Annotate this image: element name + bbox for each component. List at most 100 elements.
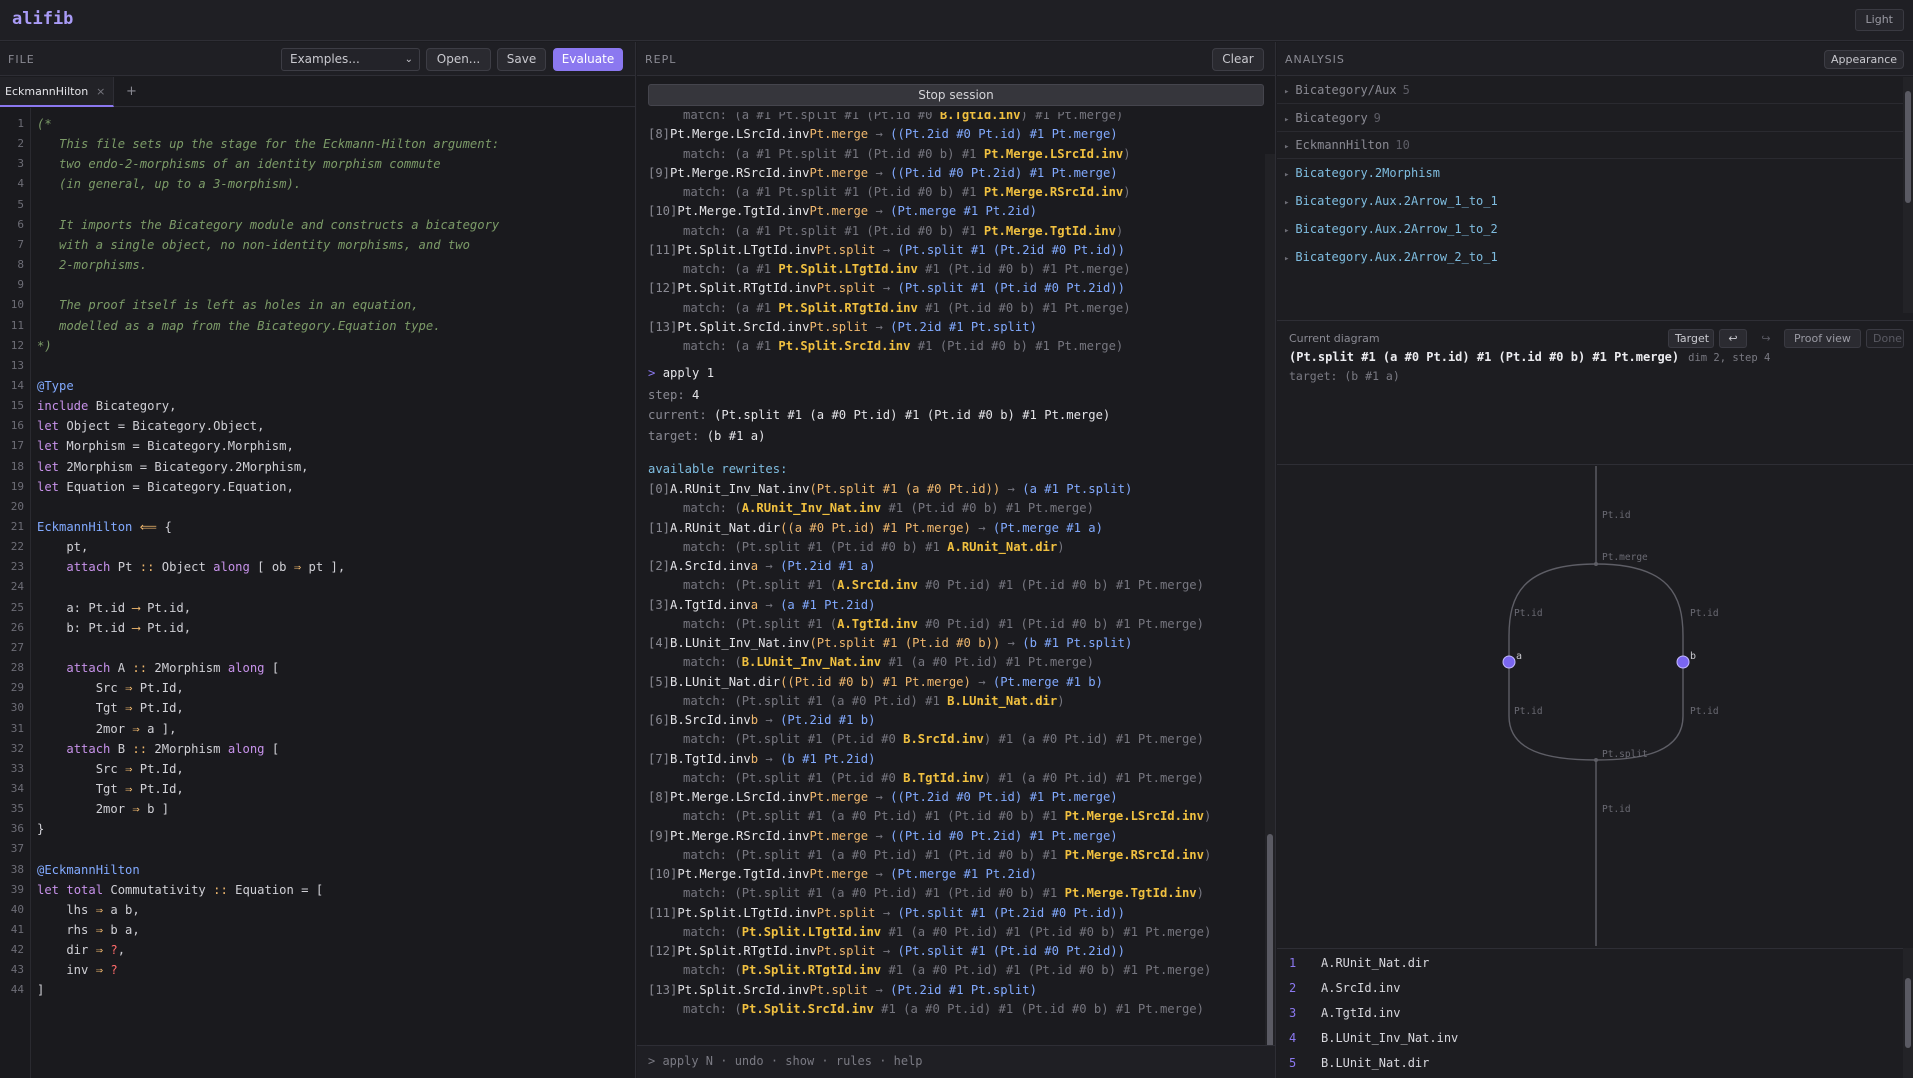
match-prefix: match: ( [683, 924, 742, 939]
proof-step[interactable]: 3 A.TgtId.inv [1277, 1001, 1903, 1026]
steps-scrollbar-thumb[interactable] [1905, 978, 1911, 1048]
code-text: ] [37, 980, 44, 1000]
appearance-button[interactable]: Appearance [1824, 50, 1904, 69]
code-token: ] [37, 983, 45, 998]
line-number: 25 [10, 600, 24, 614]
examples-select[interactable]: Examples... ⌄ [281, 48, 420, 71]
file-pane-header: FILE Examples... ⌄ Open... Save Evaluate [0, 42, 635, 76]
rewrite-row[interactable]: [10]Pt.Merge.TgtId.invPt.merge → (Pt.mer… [637, 865, 1257, 884]
close-icon[interactable]: × [96, 85, 105, 98]
code-editor[interactable]: 1 (* 2 This file sets up the stage for the… [0, 108, 635, 1078]
code-text: let total Commutativity :: Equation = [ [37, 880, 323, 900]
rewrite-match: match: (a #1 Pt.Split.SrcId.inv #1 (Pt.i… [637, 337, 1257, 356]
node-b[interactable] [1676, 655, 1690, 669]
repl-input-hint: > apply N · undo · show · rules · help [648, 1054, 923, 1068]
code-text: include Bicategory, [37, 396, 176, 416]
rewrite-row[interactable]: [5]B.LUnit_Nat.dir((Pt.id #0 b) #1 Pt.me… [637, 673, 1257, 692]
repl-scrollbar-thumb[interactable] [1267, 834, 1273, 1074]
rewrite-index: [3] [648, 597, 671, 612]
match-prefix: match: ( [683, 1001, 742, 1016]
code-text: 2-morphisms. [37, 255, 147, 275]
rewrite-row[interactable]: [12]Pt.Split.RTgtId.invPt.split → (Pt.sp… [637, 279, 1257, 298]
rewrite-name: Pt.Split.SrcId.inv [677, 982, 810, 997]
rewrite-index: [12] [648, 281, 678, 296]
code-line: 4 (in general, up to a 3-morphism). [0, 174, 630, 194]
code-text: a: Pt.id ⟶ Pt.id, [37, 598, 191, 618]
rewrite-row[interactable]: [3]A.TgtId.inva → (a #1 Pt.2id) [637, 596, 1257, 615]
rewrite-row[interactable]: [9]Pt.Merge.RSrcId.invPt.merge → ((Pt.id… [637, 164, 1257, 183]
repl-input[interactable]: > apply N · undo · show · rules · help [637, 1045, 1275, 1078]
tree-item[interactable]: ▸ Bicategory/Aux 5 [1277, 77, 1903, 104]
proof-step[interactable]: 5 B.LUnit_Nat.dir [1277, 1051, 1903, 1076]
rewrite-row[interactable]: [8]Pt.Merge.LSrcId.invPt.merge → ((Pt.2i… [637, 788, 1257, 807]
rewrite-row[interactable]: [0]A.RUnit_Inv_Nat.inv(Pt.split #1 (a #0… [637, 480, 1257, 499]
rewrite-row[interactable]: [12]Pt.Split.RTgtId.invPt.split → (Pt.sp… [637, 942, 1257, 961]
current-line-value: (Pt.split #1 (a #0 Pt.id) #1 (Pt.id #0 b… [714, 408, 1111, 423]
theme-toggle-button[interactable]: Light [1854, 9, 1904, 31]
tree-scrollbar[interactable] [1903, 77, 1913, 313]
rewrite-row[interactable]: [10]Pt.Merge.TgtId.invPt.merge → (Pt.mer… [637, 202, 1257, 221]
rewrite-row[interactable]: [7]B.TgtId.invb → (b #1 Pt.2id) [637, 750, 1257, 769]
rewrite-row[interactable]: [1]A.RUnit_Nat.dir((a #0 Pt.id) #1 Pt.me… [637, 519, 1257, 538]
rewrite-index: [0] [648, 482, 671, 496]
tree-item-count: 5 [1402, 83, 1410, 97]
string-diagram[interactable]: Pt.id Pt.merge Pt.id Pt.id Pt.id Pt.id P… [1277, 466, 1913, 946]
rewrite-row[interactable]: [4]B.LUnit_Inv_Nat.inv(Pt.split #1 (Pt.i… [637, 634, 1257, 653]
step-number: 5 [1289, 1056, 1297, 1070]
steps-scrollbar[interactable] [1903, 948, 1913, 1078]
done-button[interactable]: Done [1866, 329, 1904, 348]
rewrite-row[interactable]: [13]Pt.Split.SrcId.invPt.split → (Pt.2id… [637, 981, 1257, 1000]
code-token: } [37, 822, 45, 837]
repl-scrollbar[interactable] [1265, 154, 1275, 1078]
rewrite-target: (Pt.2id #1 a) [780, 559, 876, 573]
rewrite-row[interactable]: [8]Pt.Merge.LSrcId.invPt.merge → ((Pt.2i… [637, 125, 1257, 144]
arrow-icon: → [758, 597, 781, 612]
redo-button[interactable]: ↪ [1752, 329, 1780, 348]
tree-item[interactable]: ▸ EckmannHilton 10 [1277, 132, 1903, 159]
examples-select-value: Examples... [290, 52, 360, 66]
tree-scrollbar-thumb[interactable] [1905, 91, 1911, 203]
add-tab-button[interactable]: + [126, 84, 137, 99]
evaluate-button[interactable]: Evaluate [553, 48, 623, 71]
rewrite-row[interactable]: [9]Pt.Merge.RSrcId.invPt.merge → ((Pt.id… [637, 827, 1257, 846]
rewrite-source: (Pt.split #1 (Pt.id #0 b)) [809, 636, 1001, 650]
open-button[interactable]: Open... [426, 48, 491, 71]
tree-item[interactable]: ▸ Bicategory 9 [1277, 105, 1903, 132]
proof-view-button[interactable]: Proof view [1784, 329, 1861, 348]
proof-step[interactable]: 4 B.LUnit_Inv_Nat.inv [1277, 1026, 1903, 1051]
code-token: B [110, 741, 133, 756]
step-line: step: 4 [637, 386, 1257, 405]
target-button[interactable]: Target [1668, 329, 1714, 348]
file-tab[interactable]: EckmannHilton × [0, 77, 115, 107]
rewrite-row[interactable]: [13]Pt.Split.SrcId.invPt.split → (Pt.2id… [637, 318, 1257, 337]
stop-session-button[interactable]: Stop session [648, 84, 1264, 106]
tree-item[interactable]: ▸ Bicategory.Aux.2Arrow_1_to_1 [1277, 188, 1903, 216]
clear-button[interactable]: Clear [1212, 48, 1264, 71]
rewrite-row[interactable]: [6]B.SrcId.invb → (Pt.2id #1 b) [637, 711, 1257, 730]
code-line: 6 It imports the Bicategory module and c… [0, 215, 630, 235]
tree-item[interactable]: ▸ Bicategory.2Morphism [1277, 160, 1903, 188]
arrow-icon: → [1000, 482, 1023, 496]
match-highlight: B.LUnit_Nat.dir [947, 693, 1058, 708]
tree-item[interactable]: ▸ Bicategory.Aux.2Arrow_2_to_1 [1277, 244, 1903, 272]
node-a[interactable] [1502, 655, 1516, 669]
arrow-icon: → [868, 867, 891, 881]
proof-step[interactable]: 2 A.SrcId.inv [1277, 976, 1903, 1001]
rewrite-index: [4] [648, 636, 671, 650]
available-rewrites-label: available rewrites: [637, 460, 1257, 479]
step-number: 2 [1289, 981, 1297, 995]
tree-item-label: EckmannHilton [1295, 138, 1390, 152]
rewrite-row[interactable]: [11]Pt.Split.LTgtId.invPt.split → (Pt.sp… [637, 904, 1257, 923]
rewrite-source: Pt.split [816, 944, 876, 958]
line-number: 10 [10, 298, 24, 312]
match-prefix: match: (Pt.split #1 (a #0 Pt.id) #1 (Pt.… [683, 809, 1065, 824]
tree-item[interactable]: ▸ Bicategory.Aux.2Arrow_1_to_2 [1277, 216, 1903, 244]
rewrite-row[interactable]: [2]A.SrcId.inva → (Pt.2id #1 a) [637, 557, 1257, 576]
proof-step[interactable]: 1 A.RUnit_Nat.dir [1277, 951, 1903, 976]
rewrite-row[interactable]: [11]Pt.Split.LTgtId.invPt.split → (Pt.sp… [637, 241, 1257, 260]
code-token: let [37, 419, 60, 434]
save-button[interactable]: Save [497, 48, 546, 71]
code-token: Pt.Id, [132, 761, 184, 776]
code-token: Tgt [37, 781, 126, 796]
undo-button[interactable]: ↩ [1719, 329, 1747, 348]
